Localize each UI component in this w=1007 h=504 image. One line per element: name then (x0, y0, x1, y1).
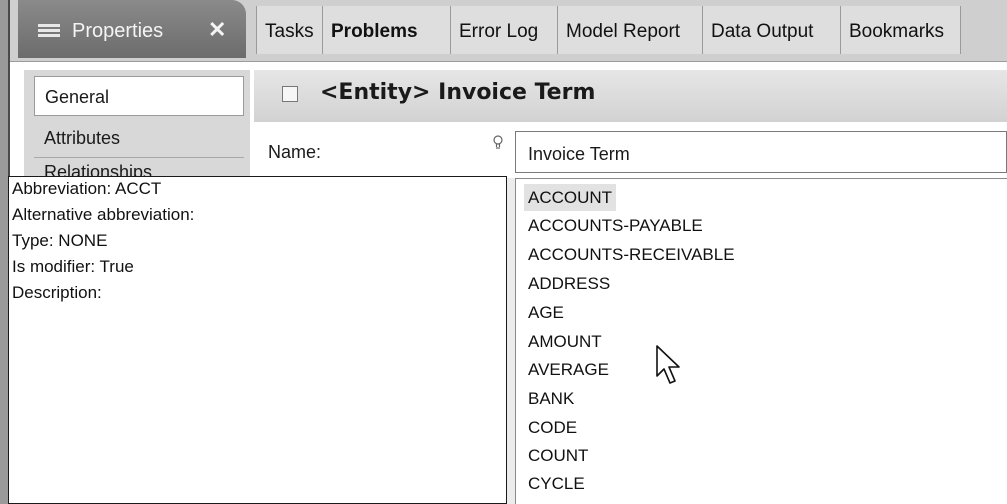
abbreviation-dropdown-list[interactable]: ACCOUNT ACCOUNTS-PAYABLE ACCOUNTS-RECEIV… (515, 178, 1007, 504)
list-item[interactable]: ACCOUNT (524, 184, 617, 211)
sidebar-item-attributes[interactable]: Attributes (34, 118, 244, 158)
close-icon[interactable]: ✕ (208, 17, 226, 43)
name-label: Name: (268, 142, 322, 162)
tab-properties[interactable]: Properties ✕ (18, 0, 246, 58)
mouse-pointer-icon (655, 344, 683, 388)
tab-model-report[interactable]: Model Report (557, 6, 702, 54)
tab-data-output[interactable]: Data Output (702, 6, 840, 54)
tooltip-is-modifier: Is modifier: True (12, 257, 134, 276)
lightbulb-icon (492, 134, 504, 152)
list-item[interactable]: COUNT (524, 442, 592, 469)
properties-list-icon (38, 24, 60, 38)
list-item[interactable]: AVERAGE (524, 356, 613, 383)
list-item[interactable]: ADDRESS (524, 270, 614, 297)
tab-problems[interactable]: Problems (322, 6, 450, 54)
sidebar-item-general[interactable]: General (34, 76, 244, 116)
tab-properties-label: Properties (72, 20, 164, 42)
tab-error-log[interactable]: Error Log (450, 6, 557, 54)
sidebar-item-relationships[interactable]: Relationships (34, 160, 244, 176)
tab-bookmarks[interactable]: Bookmarks (840, 6, 961, 54)
entity-title: <Entity> Invoice Term (320, 80, 596, 105)
tooltip-description: Description: (12, 283, 102, 302)
list-item[interactable]: CODE (524, 414, 581, 441)
abbreviation-tooltip: Abbreviation: ACCT Alternative abbreviat… (8, 176, 507, 504)
workspace-left-edge (0, 0, 8, 504)
list-item[interactable]: AMOUNT (524, 328, 606, 355)
list-item[interactable]: AGE (524, 299, 568, 326)
list-item[interactable]: BANK (524, 385, 578, 412)
list-item[interactable]: CYCLE (524, 470, 589, 497)
name-field[interactable]: Invoice Term (515, 131, 1007, 173)
entity-checkbox[interactable] (282, 86, 298, 102)
tooltip-abbreviation: Abbreviation: ACCT (12, 179, 162, 198)
tooltip-type: Type: NONE (12, 231, 108, 250)
tooltip-alt-abbreviation: Alternative abbreviation: (12, 205, 195, 224)
list-item[interactable]: ACCOUNTS-PAYABLE (524, 212, 707, 239)
tab-tasks[interactable]: Tasks (256, 6, 322, 54)
list-item[interactable]: ACCOUNTS-RECEIVABLE (524, 241, 739, 268)
